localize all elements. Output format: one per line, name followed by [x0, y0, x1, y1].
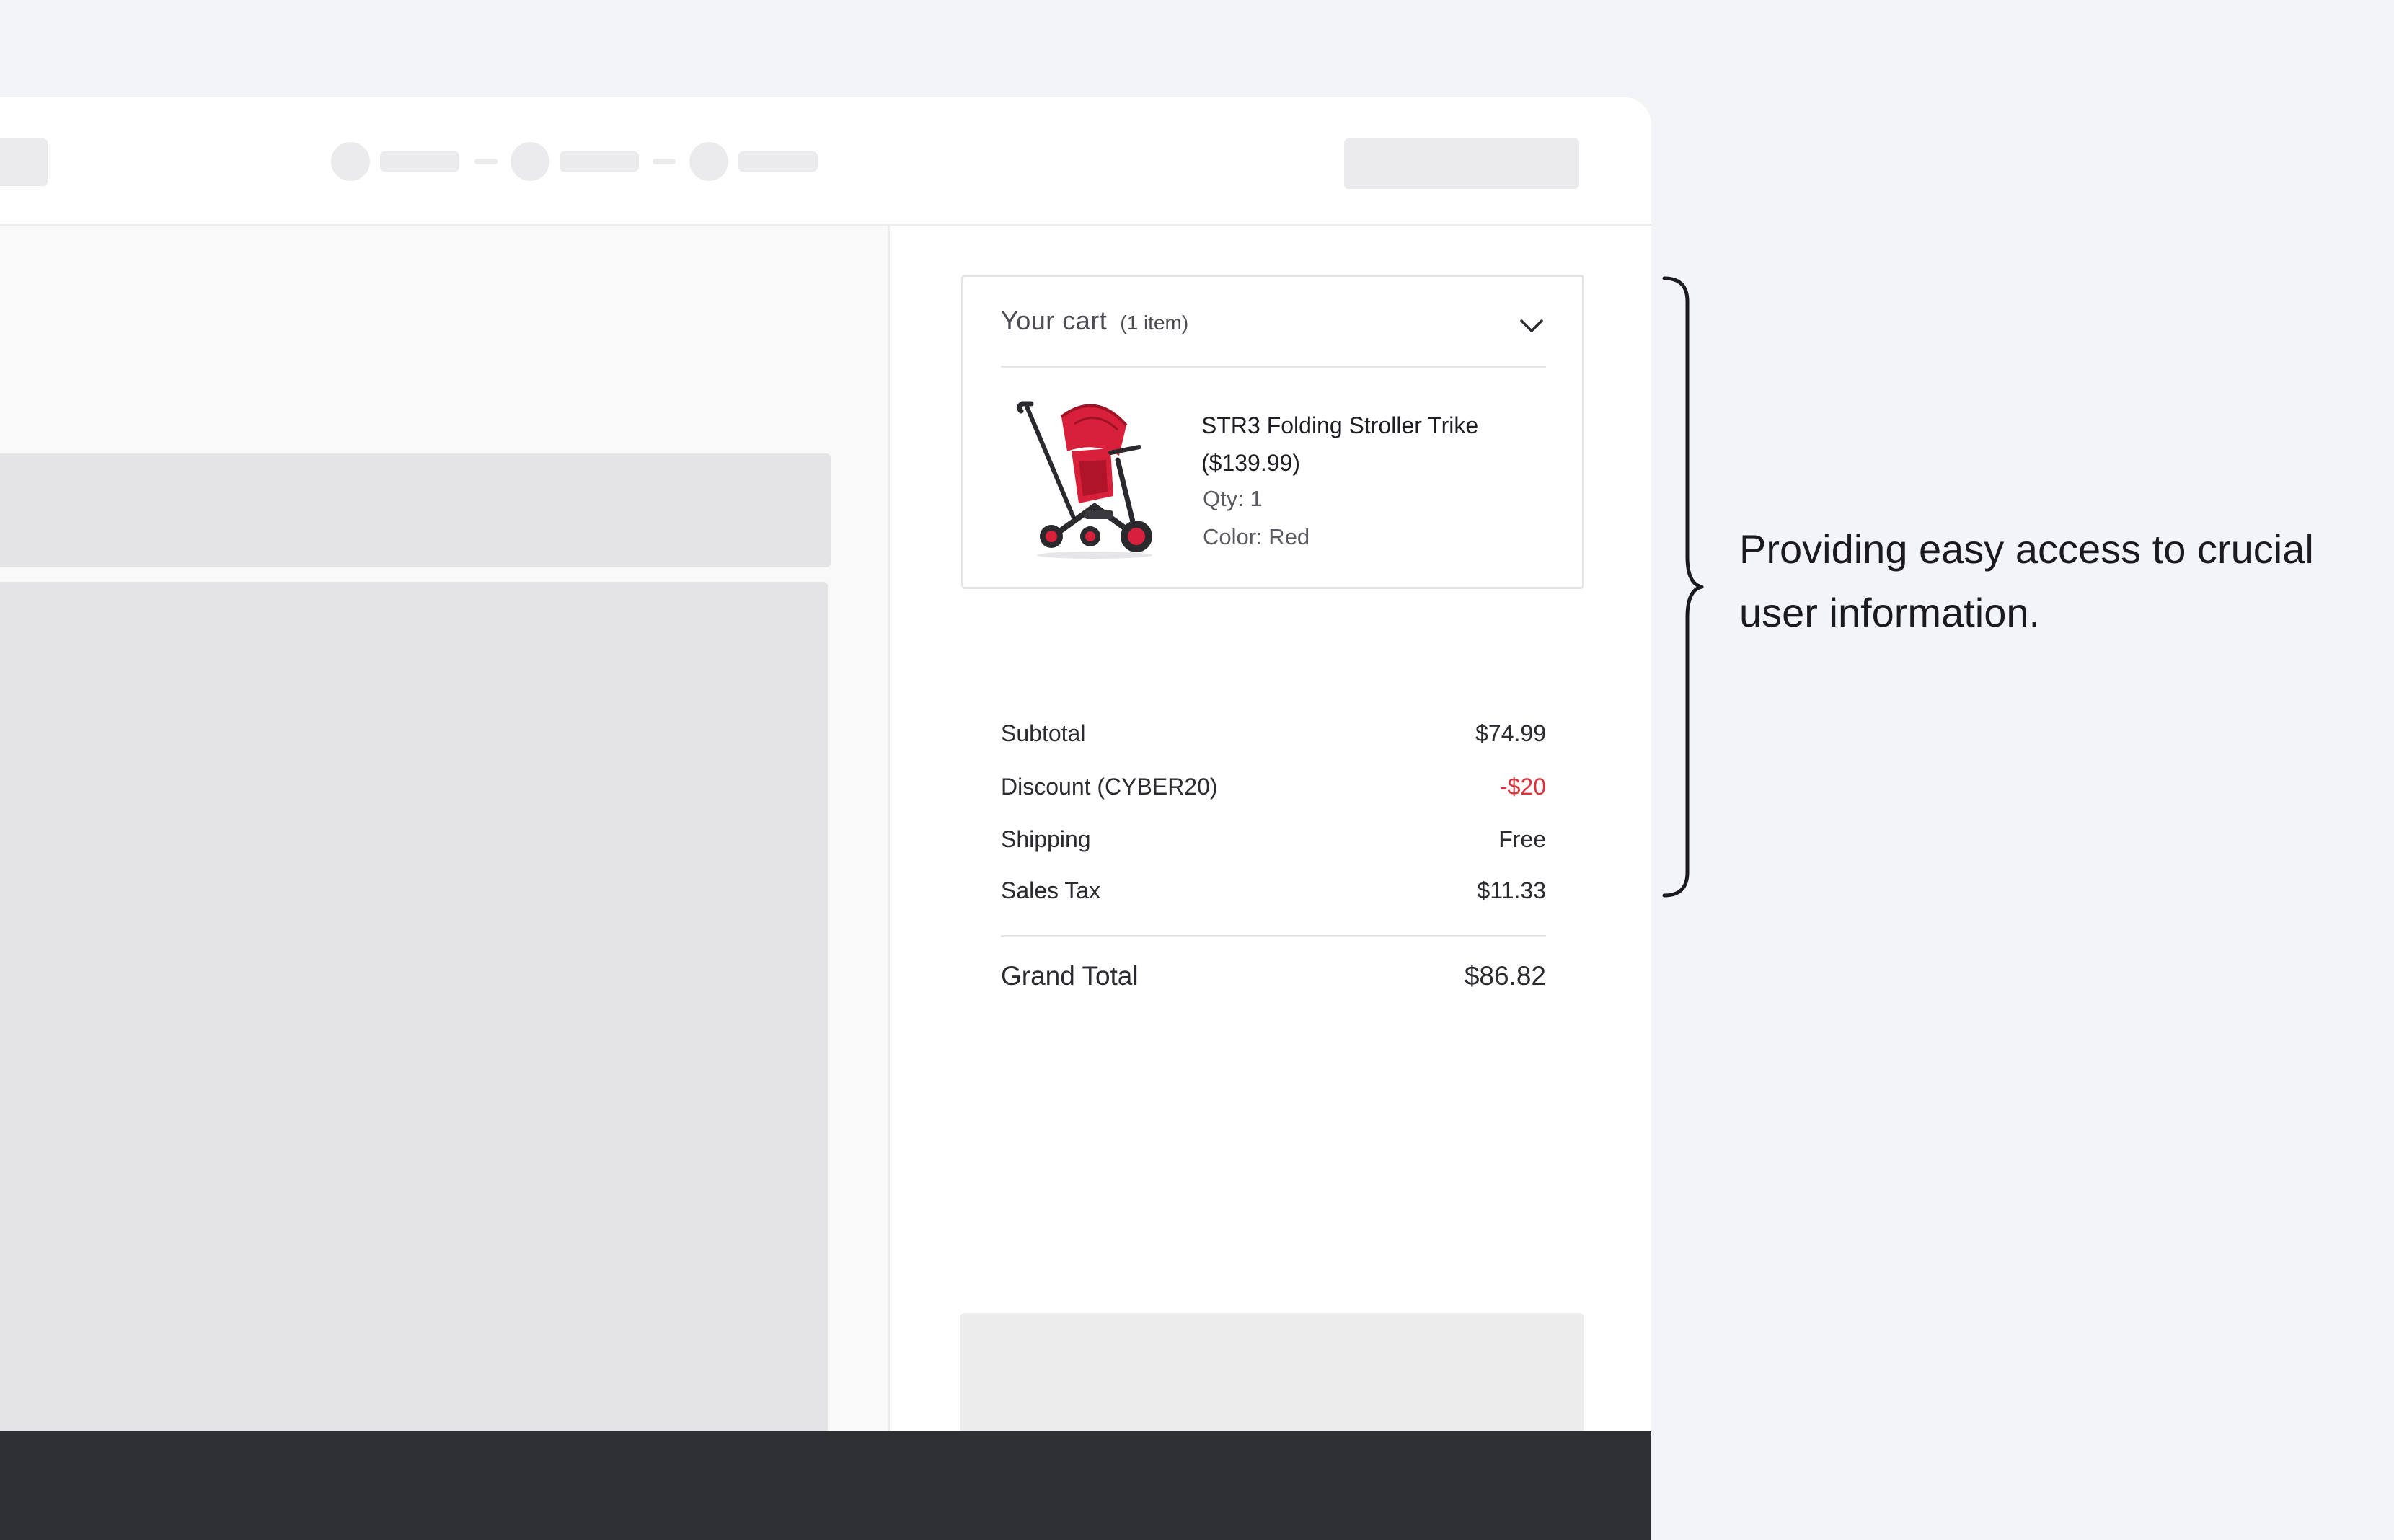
page-footer: [0, 1431, 1651, 1540]
discount-label: Discount (CYBER20): [1001, 774, 1218, 800]
product-color: Color: Red: [1203, 524, 1310, 549]
form-section-placeholder: [0, 582, 828, 1444]
step-1-label-placeholder: [380, 151, 459, 172]
checkout-header: [0, 97, 1651, 226]
summary-row-subtotal: Subtotal $74.99: [1001, 720, 1546, 747]
grand-total-label: Grand Total: [1001, 961, 1139, 991]
cart-card: Your cart (1 item) STR3 Folding Stroller…: [961, 275, 1584, 589]
checkout-form-area: [0, 226, 890, 1444]
form-field-placeholder: [0, 453, 831, 567]
shipping-value: Free: [1498, 826, 1546, 852]
product-name: STR3 Folding Stroller Trike ($139.99): [1201, 412, 1479, 476]
sales-tax-value: $11.33: [1477, 877, 1547, 903]
cart-title: Your cart: [1001, 306, 1108, 335]
step-3-label-placeholder: [738, 151, 818, 172]
step-divider: [653, 159, 676, 164]
cart-header[interactable]: Your cart (1 item): [1001, 306, 1546, 368]
step-2-dot: [511, 142, 549, 181]
header-button-placeholder[interactable]: [1344, 138, 1579, 189]
product-quantity: Qty: 1: [1203, 486, 1263, 511]
annotation-text: Providing easy access to crucial user in…: [1739, 526, 2314, 635]
step-divider: [474, 159, 498, 164]
subtotal-value: $74.99: [1475, 720, 1546, 746]
product-image: [1016, 401, 1152, 559]
curly-brace-icon: [1662, 276, 1704, 898]
discount-value: -$20: [1499, 774, 1546, 800]
summary-row-discount: Discount (CYBER20) -$20: [1001, 774, 1546, 800]
subtotal-label: Subtotal: [1001, 720, 1086, 746]
order-summary-panel: Your cart (1 item) STR3 Folding Stroller…: [890, 226, 1651, 1472]
summary-row-grand-total: Grand Total $86.82: [1001, 961, 1546, 991]
step-1-dot: [331, 142, 370, 181]
summary-row-shipping: Shipping Free: [1001, 826, 1546, 853]
summary-row-sales-tax: Sales Tax $11.33: [1001, 877, 1546, 904]
chevron-down-icon[interactable]: [1517, 311, 1546, 340]
logo-placeholder: [0, 138, 48, 186]
grand-total-value: $86.82: [1464, 961, 1546, 991]
shipping-label: Shipping: [1001, 826, 1091, 852]
step-3-dot: [689, 142, 728, 181]
checkout-window: Your cart (1 item) STR3 Folding Stroller…: [0, 97, 1651, 1540]
step-2-label-placeholder: [560, 151, 639, 172]
summary-divider: [1001, 935, 1546, 937]
cart-item-count: (1 item): [1120, 311, 1189, 334]
sales-tax-label: Sales Tax: [1001, 877, 1101, 903]
